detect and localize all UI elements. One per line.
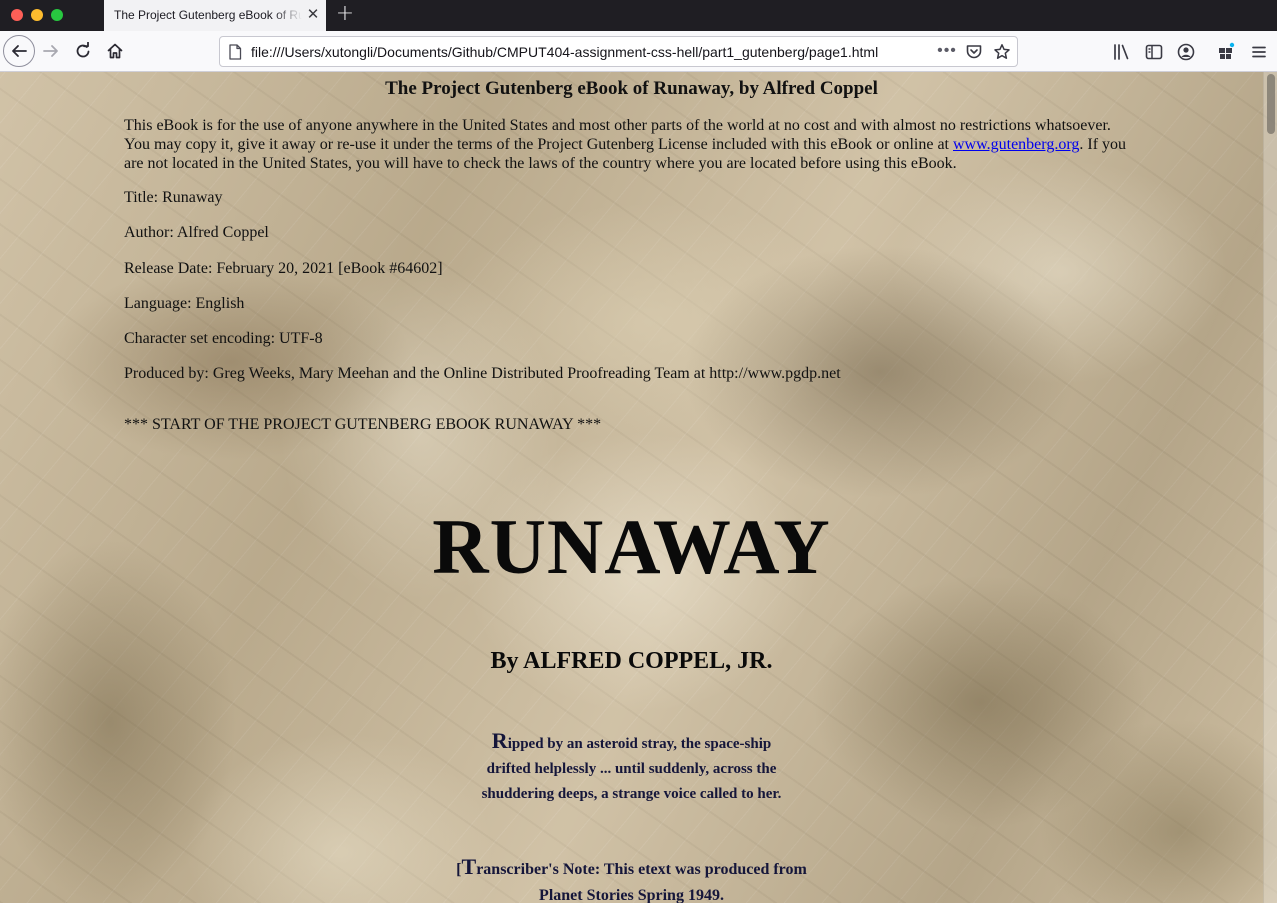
window-close-button[interactable] xyxy=(11,9,23,21)
browser-tab-active[interactable]: The Project Gutenberg eBook of Runaway, … xyxy=(104,0,326,31)
hamburger-menu-icon[interactable] xyxy=(1249,42,1269,62)
pocket-icon[interactable] xyxy=(965,43,983,61)
meta-produced-by: Produced by: Greg Weeks, Mary Meehan and… xyxy=(124,365,841,382)
navigation-toolbar: file:///Users/xutongli/Documents/Github/… xyxy=(0,31,1277,72)
book-byline: By ALFRED COPPEL, JR. xyxy=(490,648,773,674)
vertical-scrollbar[interactable] xyxy=(1263,72,1277,903)
meta-author: Author: Alfred Coppel xyxy=(124,224,269,241)
extensions-icon[interactable] xyxy=(1216,42,1236,62)
note-line-1-text: ranscriber's Note: This etext was produc… xyxy=(476,861,807,878)
page-actions-more-icon[interactable]: ••• xyxy=(936,41,958,63)
window-maximize-button[interactable] xyxy=(51,9,63,21)
ebook-document: The Project Gutenberg eBook of Runaway, … xyxy=(0,72,1263,903)
page-viewport[interactable]: The Project Gutenberg eBook of Runaway, … xyxy=(0,72,1277,903)
new-tab-button[interactable]: + xyxy=(334,2,356,28)
book-title: RUNAWAY xyxy=(432,503,831,590)
tab-title: The Project Gutenberg eBook of Runaway, … xyxy=(114,8,302,22)
sidebar-icon[interactable] xyxy=(1144,42,1164,62)
page-icon xyxy=(229,44,242,60)
home-icon xyxy=(107,43,123,59)
scrollbar-thumb[interactable] xyxy=(1267,74,1275,134)
note-line-2: Planet Stories Spring 1949. xyxy=(539,887,724,903)
home-button[interactable] xyxy=(100,36,130,66)
library-icon[interactable] xyxy=(1112,42,1132,62)
blurb-line-3: shuddering deeps, a strange voice called… xyxy=(481,786,782,802)
page-heading: The Project Gutenberg eBook of Runaway, … xyxy=(385,78,878,99)
blurb-line-1-text: ipped by an asteroid stray, the space-sh… xyxy=(507,736,772,752)
blurb-dropcap: R xyxy=(491,728,508,753)
meta-language: Language: English xyxy=(124,295,245,312)
license-paragraph: This eBook is for the use of anyone anyw… xyxy=(124,116,1134,173)
meta-release-date: Release Date: February 20, 2021 [eBook #… xyxy=(124,260,443,277)
meta-title: Title: Runaway xyxy=(124,189,223,206)
blurb-line-1: Ripped by an asteroid stray, the space-s… xyxy=(0,728,1263,757)
story-blurb: Ripped by an asteroid stray, the space-s… xyxy=(0,728,1263,807)
blurb-line-2: drifted helplessly ... until suddenly, a… xyxy=(486,761,777,777)
reload-icon xyxy=(76,42,90,58)
arrow-right-icon xyxy=(43,45,58,57)
arrow-left-icon xyxy=(12,45,27,57)
note-dropcap: T xyxy=(461,854,477,879)
tab-strip: The Project Gutenberg eBook of Runaway, … xyxy=(0,0,1277,31)
start-marker: *** START OF THE PROJECT GUTENBERG EBOOK… xyxy=(124,416,602,433)
back-button[interactable] xyxy=(3,35,35,67)
url-text[interactable]: file:///Users/xutongli/Documents/Github/… xyxy=(251,44,931,62)
note-line-1: [Transcriber's Note: This etext was prod… xyxy=(0,854,1263,883)
forward-button[interactable] xyxy=(36,36,66,66)
gutenberg-link[interactable]: www.gutenberg.org xyxy=(953,136,1079,153)
meta-encoding: Character set encoding: UTF-8 xyxy=(124,330,323,347)
account-icon[interactable] xyxy=(1176,42,1196,62)
bookmark-star-icon[interactable] xyxy=(993,43,1011,61)
transcriber-note: [Transcriber's Note: This etext was prod… xyxy=(0,854,1263,903)
reload-button[interactable] xyxy=(68,36,98,66)
address-bar[interactable]: file:///Users/xutongli/Documents/Github/… xyxy=(219,36,1018,67)
window-minimize-button[interactable] xyxy=(31,9,43,21)
tab-close-icon[interactable]: ✕ xyxy=(304,6,322,24)
